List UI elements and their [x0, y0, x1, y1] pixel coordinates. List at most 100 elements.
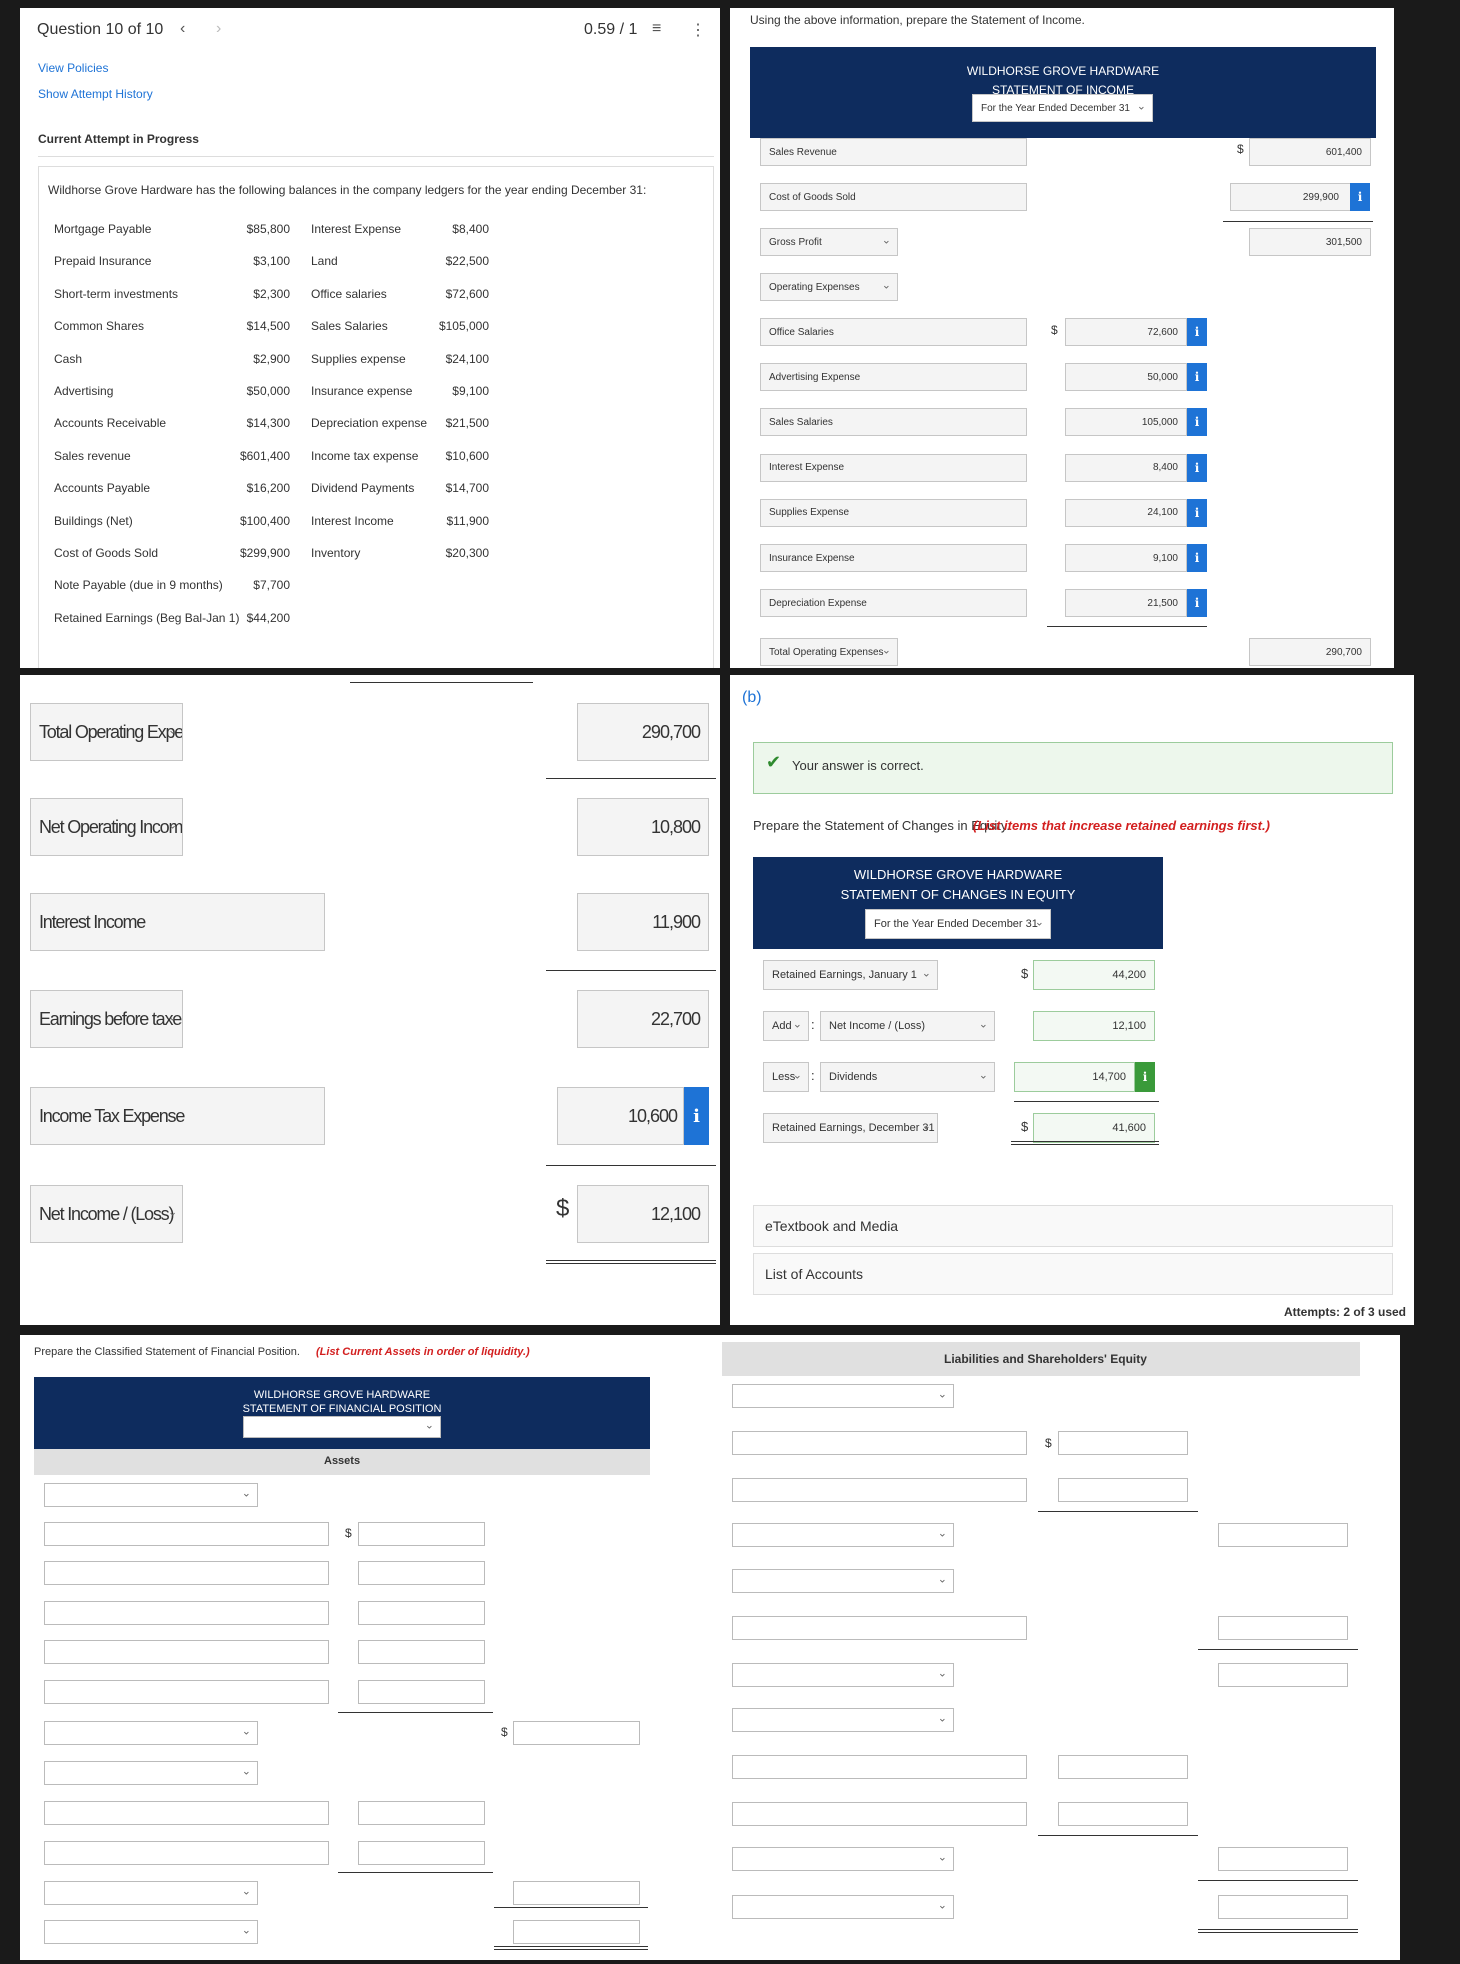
- amount-input[interactable]: [358, 1601, 485, 1625]
- account-name-input[interactable]: [732, 1802, 1027, 1826]
- income-period-select[interactable]: For the Year Ended December 31: [972, 94, 1153, 122]
- account-select[interactable]: [44, 1721, 258, 1745]
- ebt-value[interactable]: 22,700: [577, 990, 709, 1048]
- opex-select[interactable]: Operating Expenses: [760, 273, 898, 301]
- amount-input[interactable]: [358, 1801, 485, 1825]
- info-icon[interactable]: i: [1187, 453, 1207, 482]
- account-name-input[interactable]: [732, 1616, 1027, 1640]
- account-name-input[interactable]: [44, 1841, 329, 1865]
- amount-input[interactable]: [1218, 1616, 1348, 1640]
- net-operating-select[interactable]: Net Operating Income: [30, 798, 183, 856]
- amount-input[interactable]: [513, 1881, 640, 1905]
- cogs-value[interactable]: 299,900: [1230, 183, 1352, 211]
- amount-input[interactable]: [1058, 1478, 1188, 1502]
- account-name-input[interactable]: [44, 1640, 329, 1664]
- re-jan-value[interactable]: 44,200: [1033, 960, 1155, 990]
- account-select[interactable]: [732, 1569, 954, 1593]
- account-select[interactable]: [732, 1708, 954, 1732]
- info-icon[interactable]: i: [1187, 363, 1207, 392]
- attempt-history-link[interactable]: Show Attempt History: [38, 87, 153, 101]
- net-income-select[interactable]: Net Income / (Loss): [820, 1011, 995, 1041]
- expense-value[interactable]: 21,500: [1065, 589, 1187, 618]
- account-select[interactable]: [44, 1920, 258, 1944]
- dividends-value[interactable]: 14,700: [1014, 1062, 1135, 1092]
- amount-input[interactable]: [1058, 1755, 1188, 1779]
- info-icon[interactable]: i: [1187, 498, 1207, 527]
- net-income-value[interactable]: 12,100: [577, 1185, 709, 1243]
- sales-revenue-field[interactable]: Sales Revenue: [760, 138, 1027, 166]
- amount-input[interactable]: [358, 1680, 485, 1704]
- expense-value[interactable]: 72,600: [1065, 318, 1187, 346]
- expense-label-field[interactable]: Supplies Expense: [760, 498, 1027, 527]
- amount-input[interactable]: [513, 1920, 640, 1944]
- net-income-value[interactable]: 12,100: [1033, 1011, 1155, 1041]
- income-tax-field[interactable]: Income Tax Expense: [30, 1087, 325, 1145]
- net-income-select[interactable]: Net Income / (Loss): [30, 1185, 183, 1243]
- amount-input[interactable]: [1218, 1663, 1348, 1687]
- amount-input[interactable]: [513, 1721, 640, 1745]
- info-icon[interactable]: i: [1187, 544, 1207, 572]
- gross-profit-select[interactable]: Gross Profit: [760, 228, 898, 256]
- account-name-input[interactable]: [732, 1431, 1027, 1455]
- re-dec-select[interactable]: Retained Earnings, December 31: [763, 1113, 938, 1143]
- account-select[interactable]: [44, 1881, 258, 1905]
- amount-input[interactable]: [1218, 1847, 1348, 1871]
- equity-period-select[interactable]: For the Year Ended December 31: [865, 909, 1051, 939]
- interest-income-field[interactable]: Interest Income: [30, 893, 325, 951]
- info-icon[interactable]: i: [1350, 183, 1370, 211]
- dividends-select[interactable]: Dividends: [820, 1062, 995, 1092]
- amount-input[interactable]: [358, 1640, 485, 1664]
- account-select[interactable]: [44, 1483, 258, 1507]
- expense-value[interactable]: 8,400: [1065, 453, 1187, 482]
- amount-input[interactable]: [1058, 1431, 1188, 1455]
- info-icon[interactable]: i: [1135, 1062, 1155, 1092]
- account-select[interactable]: [732, 1847, 954, 1871]
- expense-label-field[interactable]: Interest Expense: [760, 453, 1027, 482]
- expense-label-field[interactable]: Office Salaries: [760, 318, 1027, 346]
- expense-value[interactable]: 105,000: [1065, 408, 1187, 437]
- account-name-input[interactable]: [44, 1680, 329, 1704]
- amount-input[interactable]: [358, 1841, 485, 1865]
- amount-input[interactable]: [1218, 1895, 1348, 1919]
- total-opex-select[interactable]: Total Operating Expenses: [760, 638, 898, 666]
- zoom-total-opex-value[interactable]: 290,700: [577, 703, 709, 761]
- account-select[interactable]: [732, 1384, 954, 1408]
- position-period-select[interactable]: [243, 1416, 441, 1438]
- cogs-field[interactable]: Cost of Goods Sold: [760, 183, 1027, 211]
- total-opex-value[interactable]: 290,700: [1249, 638, 1371, 666]
- info-icon[interactable]: i: [1187, 318, 1207, 346]
- view-policies-link[interactable]: View Policies: [38, 61, 108, 75]
- info-icon[interactable]: i: [684, 1087, 709, 1145]
- list-icon[interactable]: ≡: [652, 20, 661, 38]
- more-icon[interactable]: ⋮: [690, 20, 706, 40]
- info-icon[interactable]: i: [1187, 408, 1207, 437]
- next-question-icon[interactable]: ›: [216, 20, 221, 38]
- account-select[interactable]: [732, 1895, 954, 1919]
- expense-label-field[interactable]: Insurance Expense: [760, 544, 1027, 572]
- amount-input[interactable]: [1218, 1523, 1348, 1547]
- account-name-input[interactable]: [732, 1755, 1027, 1779]
- sales-revenue-value[interactable]: 601,400: [1249, 138, 1371, 166]
- re-jan-select[interactable]: Retained Earnings, January 1: [763, 960, 938, 990]
- prev-question-icon[interactable]: ‹: [180, 20, 185, 38]
- account-name-input[interactable]: [44, 1601, 329, 1625]
- expense-value[interactable]: 24,100: [1065, 498, 1187, 527]
- less-select[interactable]: Less: [763, 1062, 809, 1092]
- net-operating-value[interactable]: 10,800: [577, 798, 709, 856]
- ebt-select[interactable]: Earnings before taxes: [30, 990, 183, 1048]
- amount-input[interactable]: [358, 1522, 485, 1546]
- info-icon[interactable]: i: [1187, 589, 1207, 618]
- re-dec-value[interactable]: 41,600: [1033, 1113, 1155, 1143]
- gross-profit-value[interactable]: 301,500: [1249, 228, 1371, 256]
- expense-label-field[interactable]: Advertising Expense: [760, 363, 1027, 392]
- account-name-input[interactable]: [44, 1561, 329, 1585]
- account-select[interactable]: [44, 1761, 258, 1785]
- account-select[interactable]: [732, 1663, 954, 1687]
- amount-input[interactable]: [358, 1561, 485, 1585]
- account-name-input[interactable]: [44, 1801, 329, 1825]
- account-name-input[interactable]: [732, 1478, 1027, 1502]
- expense-value[interactable]: 50,000: [1065, 363, 1187, 392]
- account-select[interactable]: [732, 1523, 954, 1547]
- income-tax-value[interactable]: 10,600: [557, 1087, 684, 1145]
- expense-value[interactable]: 9,100: [1065, 544, 1187, 572]
